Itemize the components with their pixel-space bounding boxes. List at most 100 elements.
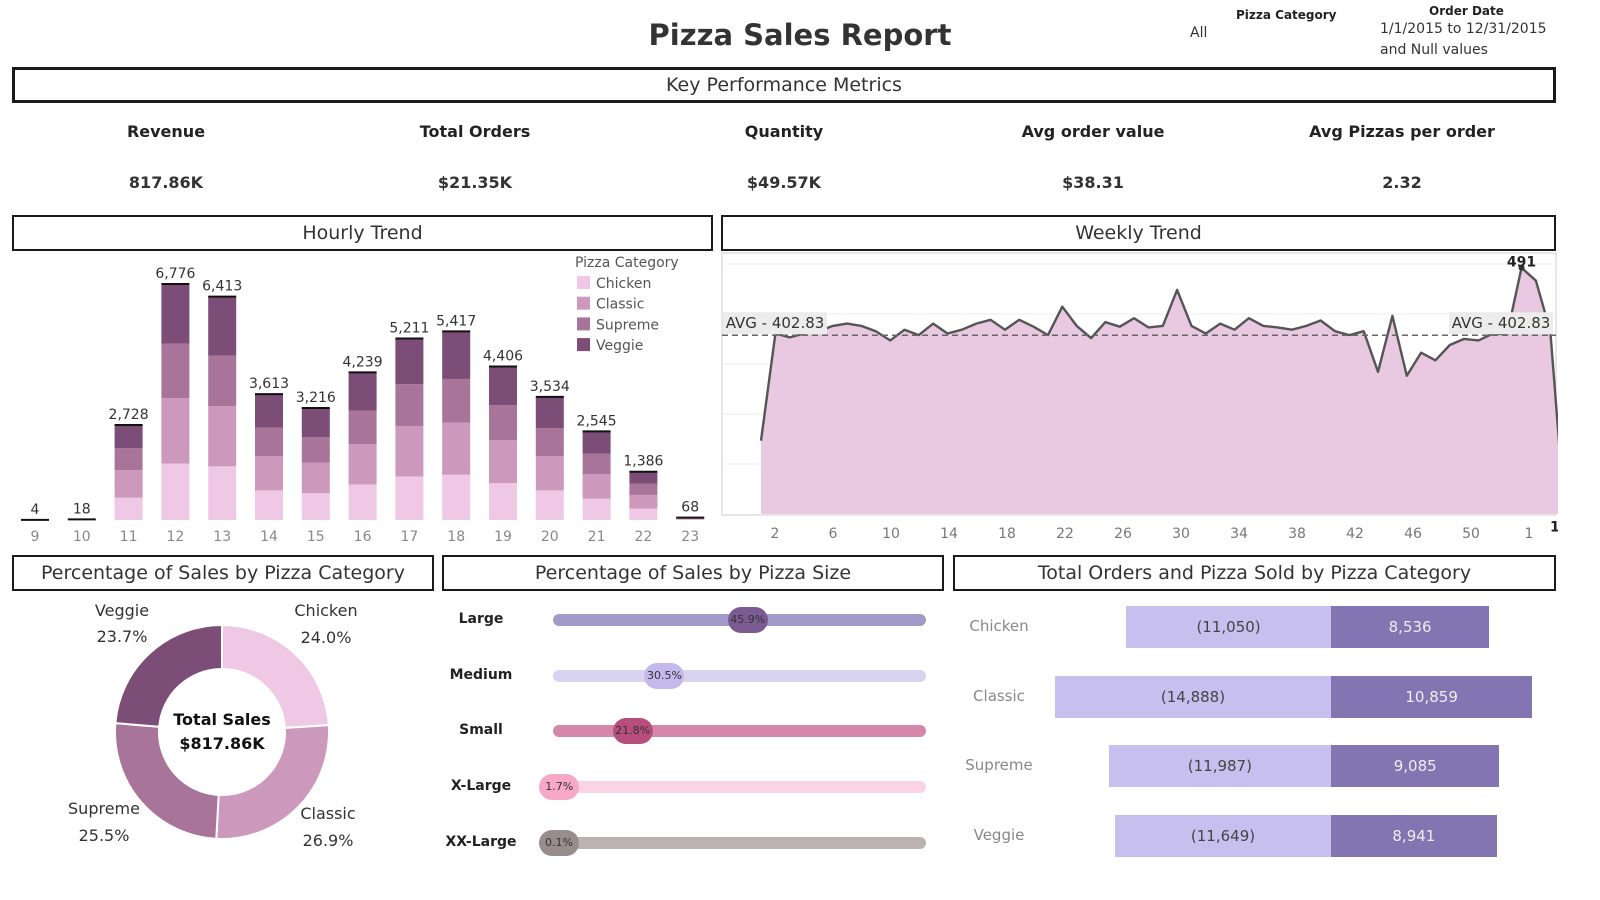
hourly-bar-17-veggie[interactable] [395, 338, 424, 385]
size-track[interactable] [553, 836, 926, 849]
hourly-total-label: 68 [681, 500, 699, 516]
hourly-bar-19-chicken[interactable] [489, 483, 517, 520]
hourly-total-label: 3,216 [296, 390, 336, 406]
legend-swatch-chicken [577, 276, 590, 289]
orders-bar-classic[interactable]: (14,888) [1055, 675, 1331, 718]
hourly-bar-22-supreme[interactable] [629, 483, 658, 495]
hourly-bar-18-classic[interactable] [442, 422, 471, 475]
hourly-bar-12-veggie[interactable] [161, 284, 190, 344]
hourly-bar-22-chicken[interactable] [629, 508, 658, 520]
hourly-total-label: 2,728 [109, 407, 149, 423]
hourly-bar-20-veggie[interactable] [535, 396, 564, 429]
hourly-bar-15-classic[interactable] [301, 462, 330, 494]
donut-label-pct: 26.9% [303, 831, 354, 850]
legend-swatch-supreme [577, 317, 590, 331]
size-knob[interactable]: 45.9% [727, 607, 768, 633]
category-label: Veggie [973, 825, 1025, 844]
pizzas-bar-supreme[interactable]: 9,085 [1331, 745, 1500, 787]
size-track[interactable] [553, 725, 926, 738]
order-date-filter-label: Order Date [1429, 4, 1504, 18]
kpi-total-orders-label: Total Orders [419, 122, 531, 141]
legend-item-classic[interactable]: Classic [596, 297, 644, 313]
hourly-bar-19-supreme[interactable] [489, 405, 517, 441]
hourly-x-tick: 17 [400, 529, 418, 545]
hourly-bar-14-supreme[interactable] [255, 427, 283, 457]
size-knob[interactable]: 30.5% [644, 662, 685, 689]
hourly-bar-19-veggie[interactable] [489, 366, 517, 406]
hourly-bar-17-chicken[interactable] [395, 476, 424, 520]
hourly-bar-16-supreme[interactable] [348, 410, 377, 445]
weekly-x-tick: 26 [1114, 526, 1132, 542]
hourly-bar-14-veggie[interactable] [255, 394, 283, 428]
hourly-total-label: 1,386 [623, 454, 663, 470]
hourly-bar-21-veggie[interactable] [582, 431, 611, 454]
hourly-bar-18-chicken[interactable] [442, 474, 471, 520]
size-track[interactable] [553, 669, 926, 682]
hourly-bar-17-supreme[interactable] [395, 384, 424, 426]
hourly-bar-16-classic[interactable] [348, 444, 377, 485]
hourly-bar-19-classic[interactable] [489, 440, 517, 484]
hourly-bar-21-chicken[interactable] [582, 498, 611, 520]
hourly-bar-20-supreme[interactable] [535, 428, 564, 457]
legend-item-supreme[interactable]: Supreme [596, 317, 659, 333]
size-label: X-Large [450, 778, 512, 795]
hourly-x-tick: 15 [307, 529, 325, 545]
hourly-bar-16-veggie[interactable] [348, 372, 377, 411]
hourly-x-tick: 18 [447, 529, 465, 545]
hourly-bar-13-chicken[interactable] [208, 466, 237, 520]
orders-bar-chicken[interactable]: (11,050) [1126, 606, 1331, 648]
hourly-bar-22-classic[interactable] [629, 494, 658, 509]
hourly-total-label: 5,417 [436, 313, 476, 329]
hourly-total-label: 5,211 [389, 321, 429, 337]
hourly-bar-13-classic[interactable] [208, 406, 237, 467]
order-date-filter-range[interactable]: 1/1/2015 to 12/31/2015 [1380, 21, 1547, 37]
category-label: Chicken [969, 617, 1029, 635]
legend-item-veggie[interactable]: Veggie [596, 338, 643, 354]
orders-bar-supreme[interactable]: (11,987) [1108, 745, 1331, 787]
hourly-bar-14-classic[interactable] [255, 456, 283, 491]
pizza-category-filter-value[interactable]: All [1190, 25, 1207, 41]
size-knob[interactable]: 21.8% [612, 718, 653, 745]
hourly-bar-12-classic[interactable] [161, 398, 190, 464]
pizzas-bar-chicken[interactable]: 8,536 [1331, 606, 1490, 648]
hourly-bar-15-chicken[interactable] [301, 493, 330, 520]
hourly-bar-12-supreme[interactable] [161, 343, 190, 399]
hourly-bar-16-chicken[interactable] [348, 484, 377, 520]
legend-item-chicken[interactable]: Chicken [596, 276, 651, 292]
weekly-x-tick: 10 [882, 526, 900, 542]
hourly-x-tick: 12 [166, 529, 184, 545]
orders-bar-veggie[interactable]: (11,649) [1115, 814, 1331, 857]
hourly-bar-11-veggie[interactable] [114, 424, 143, 449]
donut-label-name: Classic [300, 804, 355, 823]
hourly-bar-21-supreme[interactable] [582, 453, 611, 475]
hourly-legend-title: Pizza Category [575, 255, 679, 271]
hourly-bar-11-chicken[interactable] [114, 497, 143, 520]
size-pct-chart: Large 45.9% Medium 30.5% Small 21.8% X-Large 1.… [442, 594, 944, 894]
hourly-bar-11-supreme[interactable] [114, 448, 143, 471]
hourly-bar-11-classic[interactable] [114, 470, 143, 498]
hourly-bar-23-chicken[interactable] [676, 519, 705, 520]
hourly-bar-20-chicken[interactable] [535, 490, 564, 520]
hourly-bar-13-veggie[interactable] [208, 296, 237, 356]
hourly-bar-15-veggie[interactable] [301, 407, 330, 438]
hourly-bar-17-classic[interactable] [395, 425, 424, 477]
hourly-bar-20-classic[interactable] [535, 456, 564, 491]
hourly-bar-14-chicken[interactable] [255, 490, 283, 520]
pizzas-bar-classic[interactable]: 10,859 [1331, 675, 1533, 718]
size-knob[interactable]: 1.7% [539, 774, 580, 801]
weekly-trend-chart: AVG - 402.83AVG - 402.834911712610141822… [721, 252, 1558, 542]
size-knob[interactable]: 0.1% [539, 829, 579, 856]
hourly-bar-13-supreme[interactable] [208, 355, 237, 407]
pizzas-bar-veggie[interactable]: 8,941 [1331, 814, 1497, 857]
hourly-bar-15-supreme[interactable] [301, 437, 330, 463]
hourly-bar-18-veggie[interactable] [442, 331, 471, 379]
hourly-bar-18-supreme[interactable] [442, 378, 471, 423]
size-track[interactable] [553, 781, 926, 794]
hourly-bar-21-classic[interactable] [582, 474, 611, 499]
weekly-x-tick: 38 [1288, 526, 1306, 542]
weekly-avg-label: AVG - 402.83 [726, 314, 825, 332]
hourly-bar-23-classic[interactable] [676, 518, 705, 520]
hourly-bar-22-veggie[interactable] [629, 471, 658, 484]
donut-label-pct: 24.0% [301, 628, 352, 647]
hourly-bar-12-chicken[interactable] [161, 463, 190, 520]
